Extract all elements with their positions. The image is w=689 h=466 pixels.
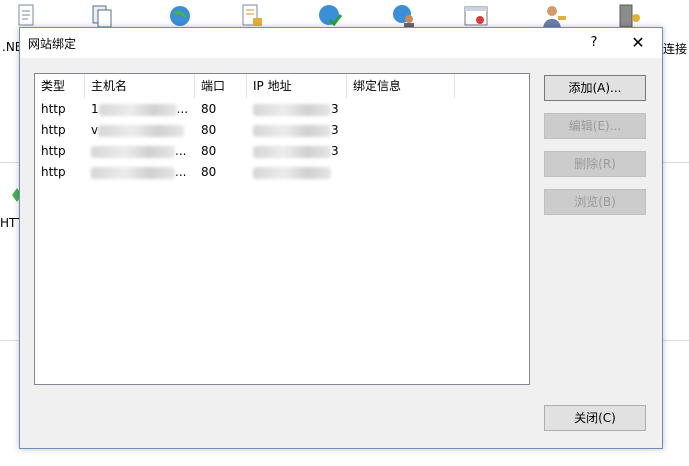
binding-port: 80 xyxy=(201,165,217,179)
binding-host-suffix: ... xyxy=(175,165,187,179)
binding-info xyxy=(347,120,455,141)
bindings-list[interactable]: 类型 主机名 端口 IP 地址 绑定信息 http 1... 80 3 http… xyxy=(34,73,530,385)
binding-type: http xyxy=(41,165,66,179)
globe-user-icon xyxy=(393,5,414,29)
document-lock-icon xyxy=(242,4,262,26)
binding-info xyxy=(347,141,455,162)
binding-row[interactable]: http ... 80 xyxy=(35,162,529,183)
column-host[interactable]: 主机名 xyxy=(85,74,195,98)
browser-window-icon xyxy=(464,6,488,26)
server-key-icon xyxy=(619,4,640,28)
remove-button[interactable]: 删除(R) xyxy=(544,151,646,177)
binding-host-suffix: ... xyxy=(175,144,187,158)
binding-type: http xyxy=(41,144,66,158)
close-icon[interactable]: ✕ xyxy=(624,32,652,54)
binding-row[interactable]: http 1... 80 3 xyxy=(35,99,529,120)
binding-host-prefix: 1 xyxy=(91,102,99,116)
redacted-host xyxy=(91,145,175,158)
binding-port: 80 xyxy=(201,123,217,137)
binding-host-suffix: ... xyxy=(176,102,189,116)
binding-row[interactable]: http v 80 3 xyxy=(35,120,529,141)
binding-ip: 3 xyxy=(247,99,347,120)
redacted-ip xyxy=(253,103,331,116)
user-key-icon xyxy=(543,6,566,28)
redacted-host xyxy=(98,124,185,137)
redacted-host xyxy=(91,166,175,179)
binding-type: http xyxy=(41,123,66,137)
binding-row[interactable]: http ... 80 3 xyxy=(35,141,529,162)
binding-info xyxy=(347,99,455,120)
binding-ip-suffix: 3 xyxy=(331,144,339,158)
edit-button[interactable]: 编辑(E)... xyxy=(544,113,646,139)
binding-host: 1... xyxy=(85,99,195,120)
binding-info xyxy=(347,162,455,183)
background-connect-label: 连接 xyxy=(663,42,688,56)
binding-host: v xyxy=(85,120,195,141)
redacted-ip xyxy=(253,166,331,179)
redacted-ip xyxy=(253,145,331,158)
globe-check-icon xyxy=(319,5,343,27)
binding-ip: 3 xyxy=(247,141,347,162)
binding-ip xyxy=(247,162,347,183)
binding-host-prefix: v xyxy=(91,123,99,137)
column-port[interactable]: 端口 xyxy=(195,74,247,98)
binding-ip-suffix: 3 xyxy=(331,102,339,116)
column-ip[interactable]: IP 地址 xyxy=(247,74,347,98)
close-button[interactable]: 关闭(C) xyxy=(544,405,646,431)
document-icon xyxy=(18,4,34,26)
add-button[interactable]: 添加(A)... xyxy=(544,75,646,101)
column-type[interactable]: 类型 xyxy=(35,74,85,98)
binding-host: ... xyxy=(85,141,195,162)
binding-host: ... xyxy=(85,162,195,183)
browse-button[interactable]: 浏览(B) xyxy=(544,189,646,215)
binding-port: 80 xyxy=(201,144,217,158)
binding-ip: 3 xyxy=(247,120,347,141)
binding-port: 80 xyxy=(201,102,217,116)
globe-icon xyxy=(170,6,190,26)
help-button[interactable]: ? xyxy=(582,32,606,54)
site-bindings-dialog: 网站绑定 ? ✕ 类型 主机名 端口 IP 地址 绑定信息 http 1... … xyxy=(19,27,663,449)
dialog-title: 网站绑定 xyxy=(28,37,77,51)
column-binding-info[interactable]: 绑定信息 xyxy=(347,74,455,98)
pages-icon xyxy=(92,5,112,28)
redacted-ip xyxy=(253,124,331,137)
binding-ip-suffix: 3 xyxy=(331,123,339,137)
binding-type: http xyxy=(41,102,66,116)
dialog-titlebar: 网站绑定 ? ✕ xyxy=(20,28,662,58)
bindings-list-header: 类型 主机名 端口 IP 地址 绑定信息 xyxy=(35,74,529,98)
redacted-host xyxy=(98,103,177,116)
